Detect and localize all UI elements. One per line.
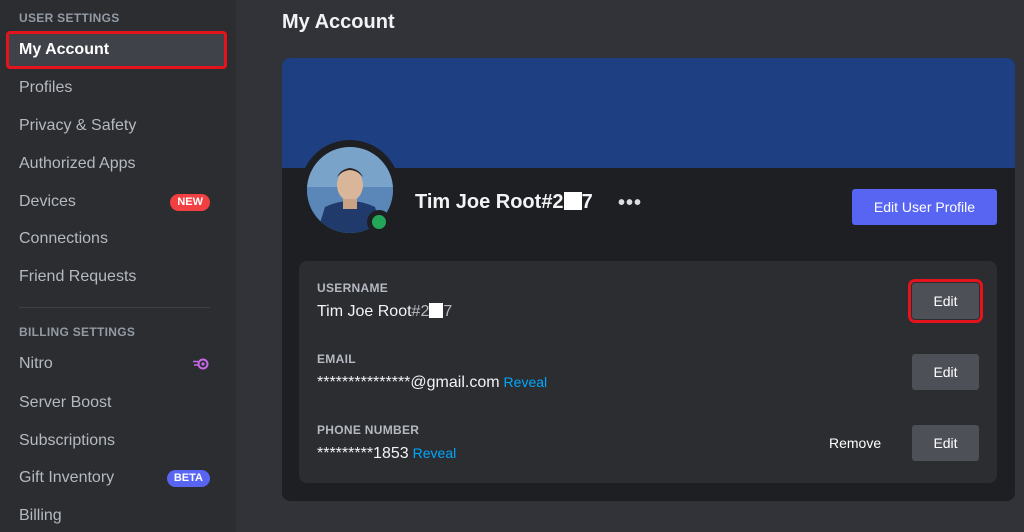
username-discriminator-start: #2	[411, 303, 430, 320]
reveal-phone-link[interactable]: Reveal	[413, 445, 457, 461]
email-label: EMAIL	[317, 352, 356, 366]
sidebar-item-profiles[interactable]: Profiles	[8, 71, 225, 105]
redaction-box	[429, 303, 444, 318]
sidebar-item-label: Server Boost	[19, 394, 112, 411]
sidebar-item-label: Friend Requests	[19, 268, 137, 285]
sidebar-item-label: Subscriptions	[19, 432, 116, 449]
sidebar-item-label: Profiles	[19, 79, 73, 96]
account-info-panel: USERNAME Tim Joe Root#2 7 Edit EMAIL ****…	[299, 261, 997, 483]
username-label: USERNAME	[317, 281, 389, 295]
remove-phone-button[interactable]: Remove	[829, 435, 881, 451]
discriminator-start: #2	[541, 191, 564, 213]
phone-label: PHONE NUMBER	[317, 423, 420, 437]
edit-username-button[interactable]: Edit	[908, 279, 983, 323]
page-title: My Account	[282, 11, 395, 33]
main-content: My Account Tim Joe Root#2 7 ••• Edit User…	[236, 0, 1024, 532]
sidebar-item-devices[interactable]: Devices NEW	[8, 185, 225, 219]
sidebar-item-privacy-safety[interactable]: Privacy & Safety	[8, 109, 225, 143]
beta-badge: BETA	[166, 469, 210, 487]
billing-settings-header: BILLING SETTINGS	[19, 325, 136, 339]
sidebar-item-label: Connections	[19, 230, 108, 247]
sidebar-item-label: Nitro	[19, 355, 53, 372]
sidebar-item-friend-requests[interactable]: Friend Requests	[8, 260, 225, 294]
sidebar-item-server-boost[interactable]: Server Boost	[8, 386, 225, 420]
account-profile-card: Tim Joe Root#2 7 ••• Edit User Profile US…	[282, 58, 1015, 501]
username-value: Tim Joe Root#2 7	[317, 303, 452, 321]
sidebar-item-label: Gift Inventory	[19, 469, 115, 486]
email-value: ***************@gmail.com Reveal	[317, 374, 547, 392]
sidebar-item-my-account[interactable]: My Account	[6, 31, 227, 69]
sidebar-item-label: Devices	[19, 193, 76, 210]
sidebar-item-authorized-apps[interactable]: Authorized Apps	[8, 147, 225, 181]
redaction-box	[563, 192, 582, 210]
more-options-icon[interactable]: •••	[618, 192, 642, 215]
username-discriminator-end: 7	[443, 303, 453, 320]
sidebar-item-label: Authorized Apps	[19, 155, 136, 172]
sidebar-item-connections[interactable]: Connections	[8, 222, 225, 256]
online-status-icon	[372, 215, 386, 229]
edit-phone-button[interactable]: Edit	[912, 425, 979, 461]
nitro-icon	[193, 358, 209, 370]
edit-email-button[interactable]: Edit	[912, 354, 979, 390]
sidebar-item-nitro[interactable]: Nitro	[8, 347, 225, 381]
sidebar-item-label: Privacy & Safety	[19, 117, 137, 134]
display-name-text: Tim Joe Root	[415, 191, 542, 213]
user-settings-header: USER SETTINGS	[19, 11, 120, 25]
sidebar-divider	[19, 307, 210, 308]
profile-banner	[282, 58, 1015, 168]
sidebar-item-label: My Account	[19, 41, 110, 58]
display-name: Tim Joe Root#2 7	[415, 191, 593, 214]
sidebar-item-gift-inventory[interactable]: Gift Inventory BETA	[8, 461, 225, 495]
settings-sidebar: USER SETTINGS My Account Profiles Privac…	[0, 0, 236, 532]
phone-text: *********1853	[317, 445, 409, 462]
sidebar-item-billing[interactable]: Billing	[8, 499, 225, 532]
new-badge: NEW	[170, 193, 210, 211]
username-text: Tim Joe Root	[317, 303, 412, 320]
discriminator-end: 7	[581, 191, 593, 213]
phone-value: *********1853 Reveal	[317, 445, 456, 463]
edit-user-profile-button[interactable]: Edit User Profile	[852, 189, 997, 225]
sidebar-item-subscriptions[interactable]: Subscriptions	[8, 424, 225, 458]
reveal-email-link[interactable]: Reveal	[504, 374, 548, 390]
email-text: ***************@gmail.com	[317, 374, 500, 391]
sidebar-item-label: Billing	[19, 507, 62, 524]
